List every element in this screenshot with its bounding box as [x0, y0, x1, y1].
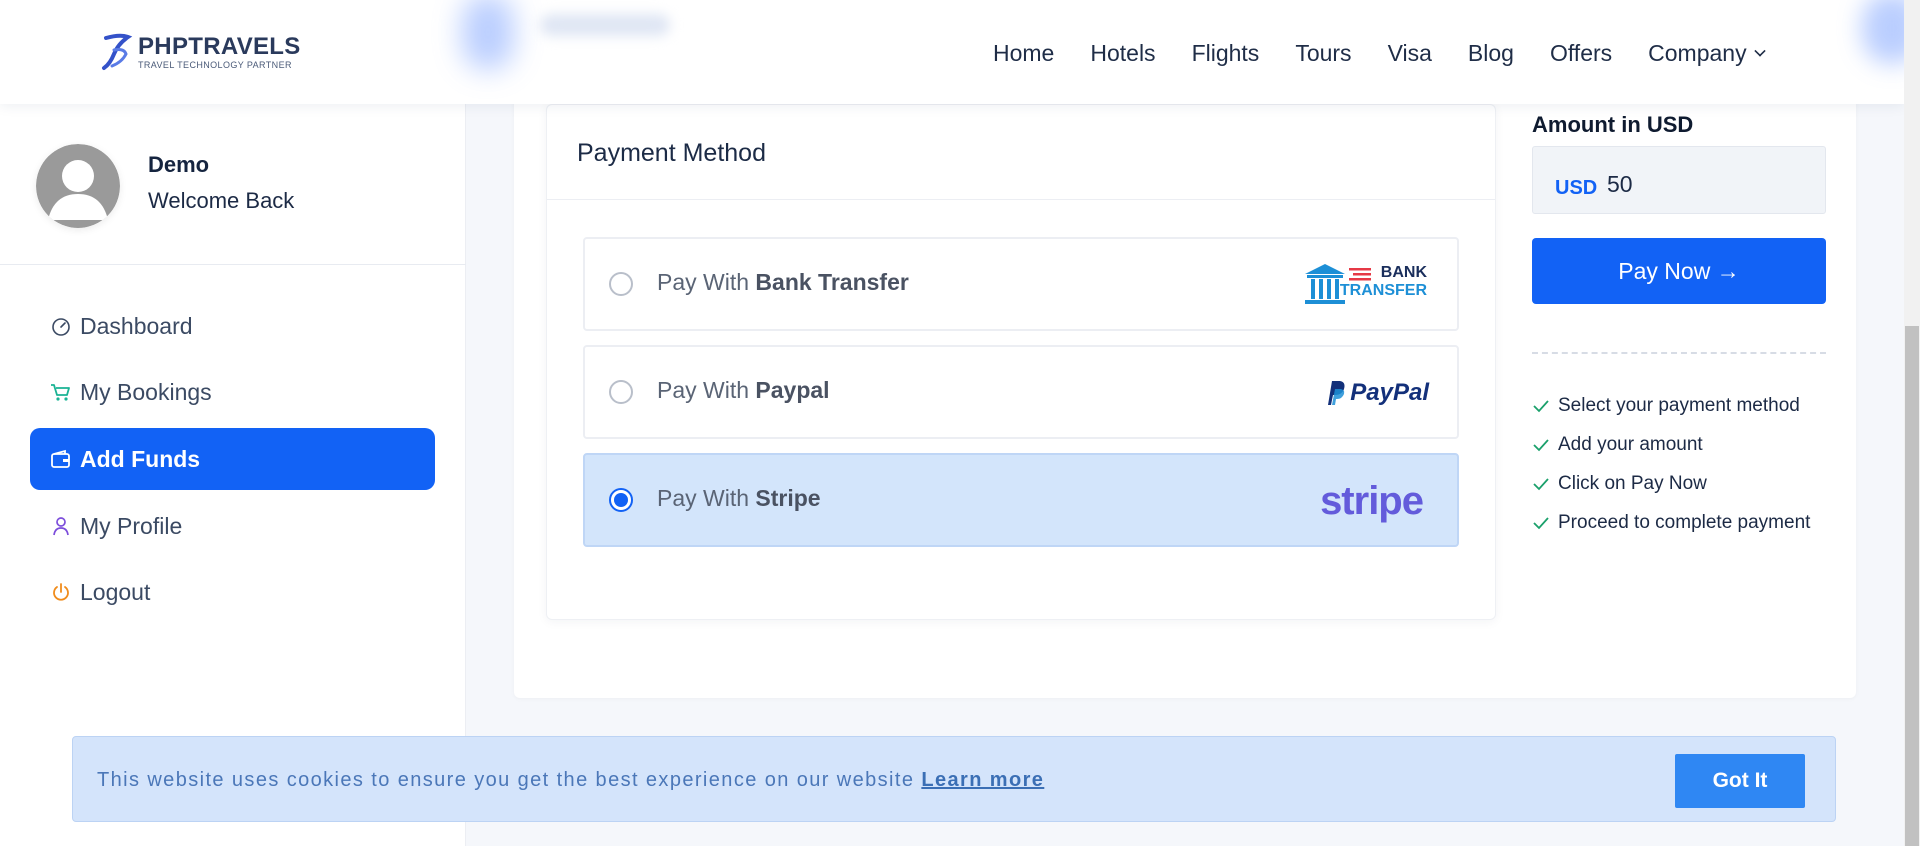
- radio-paypal[interactable]: [609, 380, 633, 404]
- brand-name: PHPTRAVELS: [138, 32, 301, 60]
- payment-method-title: Payment Method: [577, 139, 766, 167]
- sidebar-item-logout[interactable]: Logout: [30, 561, 435, 623]
- paypal-icon: [1328, 381, 1345, 405]
- blurred-decoration: [462, 0, 514, 70]
- nav-blog[interactable]: Blog: [1468, 40, 1514, 67]
- nav-tours[interactable]: Tours: [1295, 40, 1351, 67]
- top-header: PHPTRAVELS TRAVEL TECHNOLOGY PARTNER Hom…: [0, 0, 1920, 104]
- nav-offers[interactable]: Offers: [1550, 40, 1612, 67]
- user-avatar-icon: [36, 144, 120, 228]
- main-nav: Home Hotels Flights Tours Visa Blog Offe…: [993, 40, 1766, 67]
- nav-flights[interactable]: Flights: [1192, 40, 1260, 67]
- bank-logo-text: BANK: [1380, 264, 1427, 281]
- payment-option-name: Paypal: [755, 377, 830, 403]
- payment-option-name: Stripe: [755, 485, 821, 511]
- sidebar-item-add-funds[interactable]: Add Funds: [30, 428, 435, 490]
- wallet-icon: [50, 448, 72, 470]
- check-icon: [1533, 399, 1549, 412]
- check-icon: [1533, 477, 1549, 490]
- payment-option-stripe[interactable]: Pay With Stripe stripe: [583, 453, 1459, 547]
- payment-option-label: Pay With Paypal: [657, 377, 830, 404]
- payment-option-label: Pay With Stripe: [657, 485, 821, 512]
- user-icon: [50, 515, 72, 537]
- steps-list: Select your payment method Add your amou…: [1532, 386, 1810, 542]
- sidebar-item-label: Logout: [80, 578, 151, 605]
- amount-input[interactable]: [1607, 171, 1807, 198]
- payment-option-label: Pay With Bank Transfer: [657, 269, 909, 296]
- amount-label: Amount in USD: [1532, 112, 1694, 137]
- transfer-logo-text: TRANSFER: [1339, 282, 1427, 299]
- check-icon: [1533, 438, 1549, 451]
- power-icon: [50, 581, 72, 603]
- payment-method-card: Payment Method Pay With Bank Transfer BA…: [546, 104, 1496, 620]
- scrollbar-thumb[interactable]: [1905, 326, 1919, 846]
- list-item: Add your amount: [1532, 425, 1810, 464]
- pay-with-prefix: Pay With: [657, 377, 750, 403]
- welcome-text: Welcome Back: [148, 188, 295, 213]
- sidebar-item-my-bookings[interactable]: My Bookings: [30, 361, 435, 423]
- nav-home[interactable]: Home: [993, 40, 1054, 67]
- brand-tagline: TRAVEL TECHNOLOGY PARTNER: [138, 59, 292, 70]
- avatar: [36, 144, 120, 228]
- payment-option-paypal[interactable]: Pay With Paypal PayPal: [583, 345, 1459, 439]
- currency-label: USD: [1555, 177, 1598, 199]
- cookie-banner: This website uses cookies to ensure you …: [72, 736, 1836, 822]
- user-name: Demo: [148, 152, 210, 177]
- radio-bank-transfer[interactable]: [609, 272, 633, 296]
- pay-with-prefix: Pay With: [657, 485, 750, 511]
- nav-hotels[interactable]: Hotels: [1090, 40, 1155, 67]
- dashed-divider: [1532, 352, 1826, 354]
- list-item: Click on Pay Now: [1532, 464, 1810, 503]
- sidebar: Demo Welcome Back Dashboard My Bookings …: [0, 104, 466, 846]
- list-item: Select your payment method: [1532, 386, 1810, 425]
- sidebar-item-dashboard[interactable]: Dashboard: [30, 295, 435, 357]
- sidebar-item-label: My Bookings: [80, 378, 212, 405]
- step-text: Add your amount: [1558, 433, 1703, 455]
- sidebar-item-label: My Profile: [80, 512, 183, 539]
- divider: [547, 199, 1495, 200]
- gauge-icon: [50, 315, 72, 337]
- step-text: Select your payment method: [1558, 394, 1800, 416]
- sidebar-item-my-profile[interactable]: My Profile: [30, 495, 435, 557]
- blurred-decoration: [540, 14, 670, 36]
- list-item: Proceed to complete payment: [1532, 503, 1810, 542]
- bank-transfer-logo: BANK TRANSFER: [1303, 257, 1429, 313]
- payment-option-name: Bank Transfer: [755, 269, 909, 295]
- sidebar-item-label: Add Funds: [80, 445, 201, 472]
- step-text: Click on Pay Now: [1558, 472, 1707, 494]
- cookie-text: This website uses cookies to ensure you …: [97, 769, 915, 791]
- paypal-logo: PayPal: [1324, 365, 1429, 421]
- got-it-button[interactable]: Got It: [1675, 754, 1805, 808]
- step-text: Proceed to complete payment: [1558, 511, 1811, 533]
- pay-now-button[interactable]: Pay Now →: [1532, 238, 1826, 304]
- nav-company-label: Company: [1648, 40, 1747, 66]
- pay-with-prefix: Pay With: [657, 269, 750, 295]
- chevron-down-icon: [1753, 44, 1766, 57]
- nav-visa[interactable]: Visa: [1388, 40, 1432, 67]
- learn-more-link[interactable]: Learn more: [921, 769, 1044, 791]
- sidebar-item-label: Dashboard: [80, 312, 193, 339]
- brand-logo[interactable]: PHPTRAVELS TRAVEL TECHNOLOGY PARTNER: [100, 32, 301, 72]
- nav-company[interactable]: Company: [1648, 40, 1766, 67]
- paypal-logo-text: PayPal: [1350, 379, 1429, 406]
- stripe-logo: stripe: [1320, 473, 1429, 529]
- divider: [0, 264, 466, 265]
- amount-field[interactable]: USD: [1532, 146, 1826, 214]
- logo-mark-icon: [102, 33, 133, 70]
- cart-icon: [50, 381, 72, 403]
- stripe-logo-text: stripe: [1320, 478, 1424, 523]
- cookie-message: This website uses cookies to ensure you …: [97, 769, 1044, 792]
- payment-option-bank-transfer[interactable]: Pay With Bank Transfer BANK TRANSFER: [583, 237, 1459, 331]
- radio-stripe[interactable]: [609, 488, 633, 512]
- check-icon: [1533, 516, 1549, 529]
